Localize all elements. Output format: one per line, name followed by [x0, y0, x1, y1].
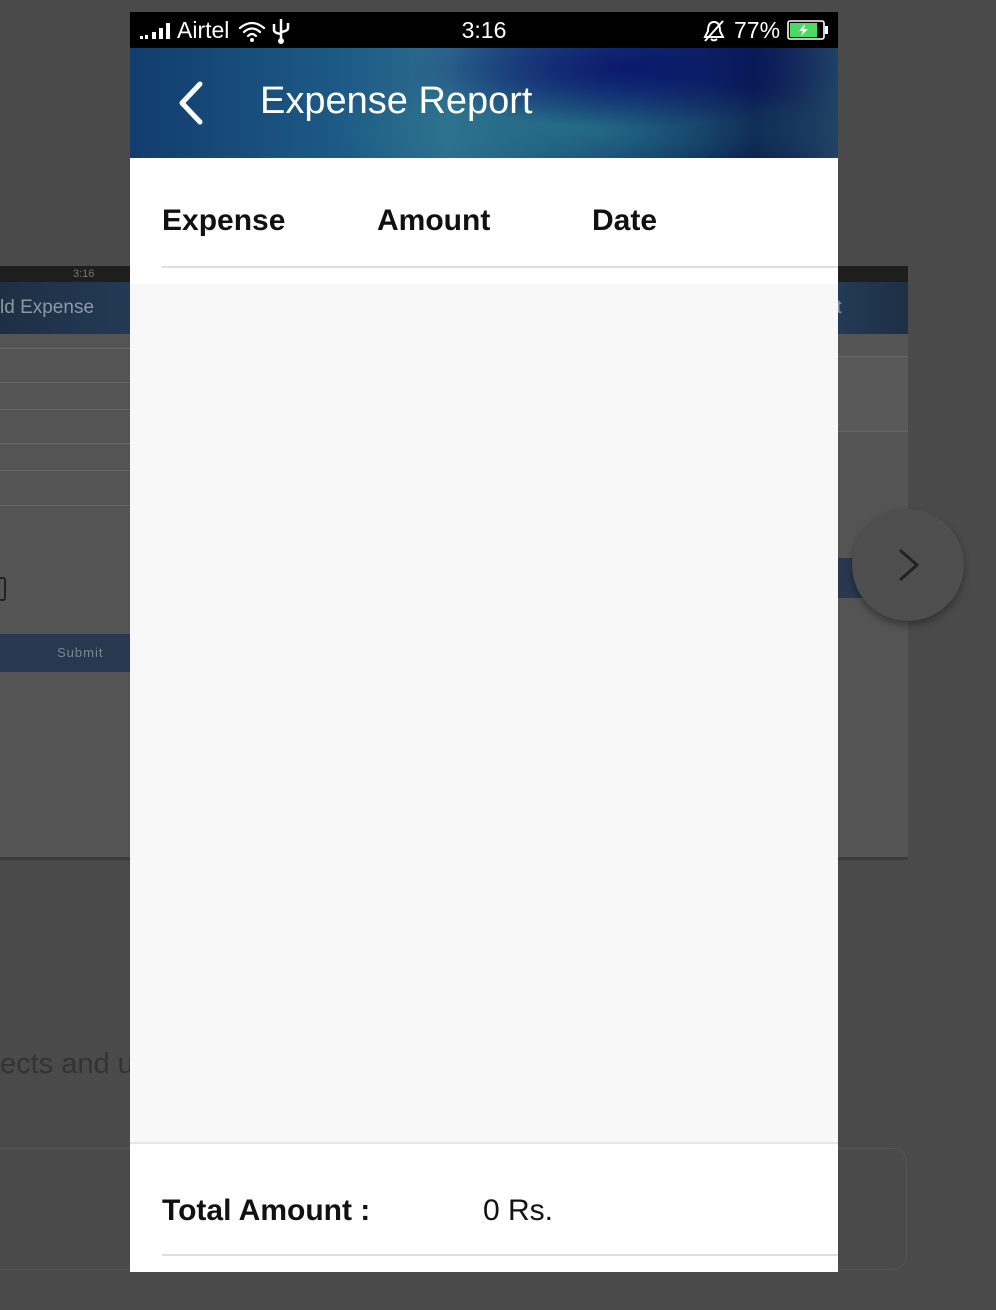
back-arrow-icon [179, 81, 203, 125]
background-divider [0, 409, 130, 410]
column-header-expense: Expense [162, 204, 286, 237]
page-title: Expense Report [260, 80, 533, 122]
battery-percent: 77% [734, 17, 781, 43]
background-card [0, 1148, 130, 1270]
table-header: Expense Amount Date [130, 158, 838, 284]
background-divider [0, 470, 130, 471]
app-bar: Expense Report [130, 48, 838, 158]
background-submit-label: Submit [57, 645, 104, 660]
column-header-amount: Amount [377, 204, 491, 237]
total-amount-value: 0 Rs. [483, 1194, 554, 1227]
background-row [838, 356, 908, 432]
column-header-date: Date [592, 204, 658, 237]
header-divider [162, 266, 838, 268]
background-add-expense-screen: 3:16 ld Expense Submit [0, 266, 130, 860]
silent-bell-icon [703, 20, 725, 42]
background-app-bar: ld Expense [0, 282, 130, 334]
footer-divider [162, 1254, 838, 1256]
background-title: ld Expense [0, 297, 95, 318]
background-divider [0, 505, 130, 506]
background-status-bar [838, 266, 908, 282]
status-bar: Airtel 3:16 77% [130, 12, 838, 48]
chevron-right-icon [899, 549, 919, 581]
background-divider [0, 382, 130, 383]
background-app-bar: rt [838, 282, 908, 334]
next-screen-button[interactable] [852, 509, 964, 621]
background-card [838, 1148, 907, 1270]
background-status-bar: 3:16 [0, 266, 130, 282]
expense-list [130, 284, 838, 1142]
background-divider [0, 443, 130, 444]
back-button[interactable] [174, 80, 214, 126]
background-title: rt [838, 297, 842, 318]
background-divider [0, 348, 130, 349]
background-text: ects and us [0, 1048, 130, 1080]
background-status-time: 3:16 [73, 268, 95, 280]
battery-charging-icon [787, 20, 828, 40]
background-divider [0, 857, 130, 860]
status-time: 3:16 [461, 17, 507, 43]
background-submit-button: Submit [0, 634, 130, 672]
total-footer: Total Amount : 0 Rs. [130, 1142, 838, 1272]
total-amount-label: Total Amount : [162, 1194, 371, 1227]
background-checkbox [0, 577, 6, 601]
background-divider [838, 857, 908, 860]
expense-report-screen: Airtel 3:16 77% Expense Report Expense A… [130, 12, 838, 1272]
